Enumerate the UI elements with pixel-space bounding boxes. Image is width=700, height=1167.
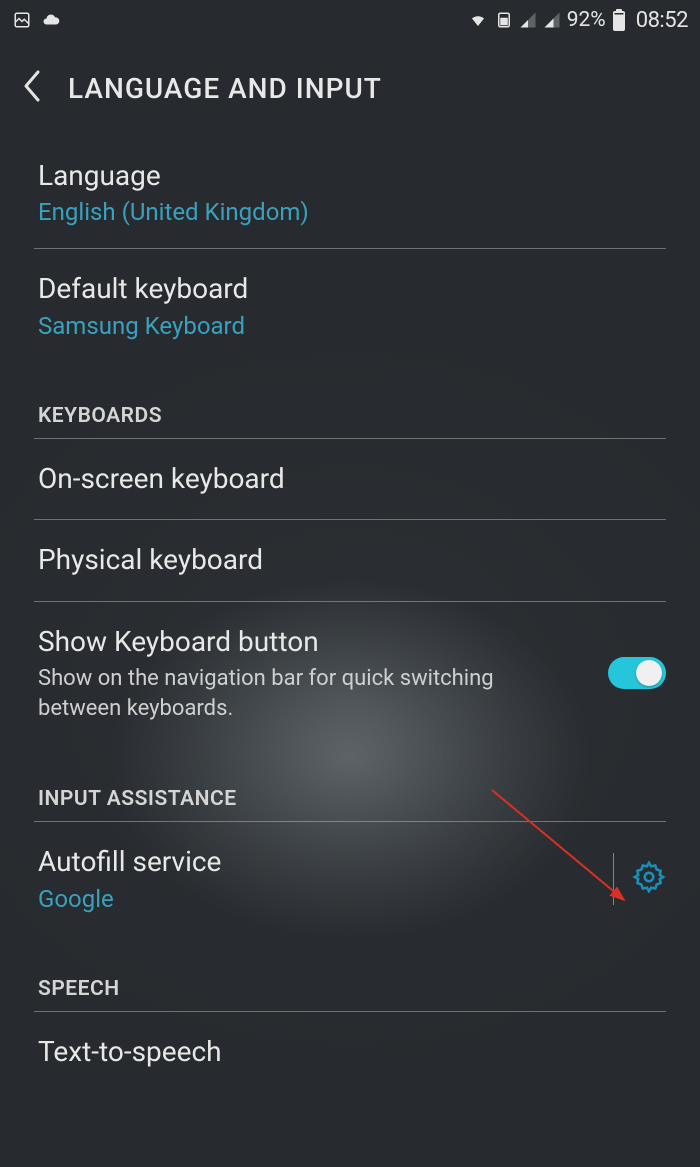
section-input-assistance: INPUT ASSISTANCE xyxy=(34,745,666,822)
option-onscreen-keyboard[interactable]: On-screen keyboard xyxy=(30,439,670,519)
sim-icon xyxy=(495,11,513,29)
back-icon[interactable] xyxy=(22,68,44,108)
toggle-knob xyxy=(636,660,662,686)
gear-icon[interactable] xyxy=(632,860,666,898)
option-title: On-screen keyboard xyxy=(38,461,666,497)
wifi-icon xyxy=(467,11,489,29)
option-title: Default keyboard xyxy=(38,271,666,307)
option-title: Show Keyboard button xyxy=(38,624,538,660)
signal-icon-2 xyxy=(543,11,561,29)
option-desc: Show on the navigation bar for quick swi… xyxy=(38,664,538,723)
section-keyboards: KEYBOARDS xyxy=(34,362,666,439)
option-value: English (United Kingdom) xyxy=(38,198,666,226)
option-title: Language xyxy=(38,158,666,194)
status-bar: 92% 08:52 xyxy=(0,0,700,40)
image-icon xyxy=(12,11,32,29)
option-autofill-service[interactable]: Autofill service Google xyxy=(30,822,670,934)
option-title: Autofill service xyxy=(38,844,605,880)
option-value: Google xyxy=(38,885,605,913)
toggle-show-keyboard[interactable] xyxy=(608,657,666,689)
battery-percent: 92% xyxy=(567,8,606,32)
option-text-to-speech[interactable]: Text-to-speech xyxy=(30,1012,670,1092)
header: LANGUAGE AND INPUT xyxy=(0,40,700,136)
battery-icon xyxy=(612,9,626,31)
option-value: Samsung Keyboard xyxy=(38,312,666,340)
option-title: Physical keyboard xyxy=(38,542,666,578)
separator xyxy=(613,853,614,905)
option-show-keyboard-button[interactable]: Show Keyboard button Show on the navigat… xyxy=(30,602,670,746)
option-title: Text-to-speech xyxy=(38,1034,666,1070)
signal-icon-1 xyxy=(519,11,537,29)
option-language[interactable]: Language English (United Kingdom) xyxy=(30,136,670,248)
option-default-keyboard[interactable]: Default keyboard Samsung Keyboard xyxy=(30,249,670,361)
option-physical-keyboard[interactable]: Physical keyboard xyxy=(30,520,670,600)
section-speech: SPEECH xyxy=(34,935,666,1012)
page-title: LANGUAGE AND INPUT xyxy=(68,72,382,105)
cloud-icon xyxy=(40,11,62,29)
status-time: 08:52 xyxy=(636,8,688,33)
